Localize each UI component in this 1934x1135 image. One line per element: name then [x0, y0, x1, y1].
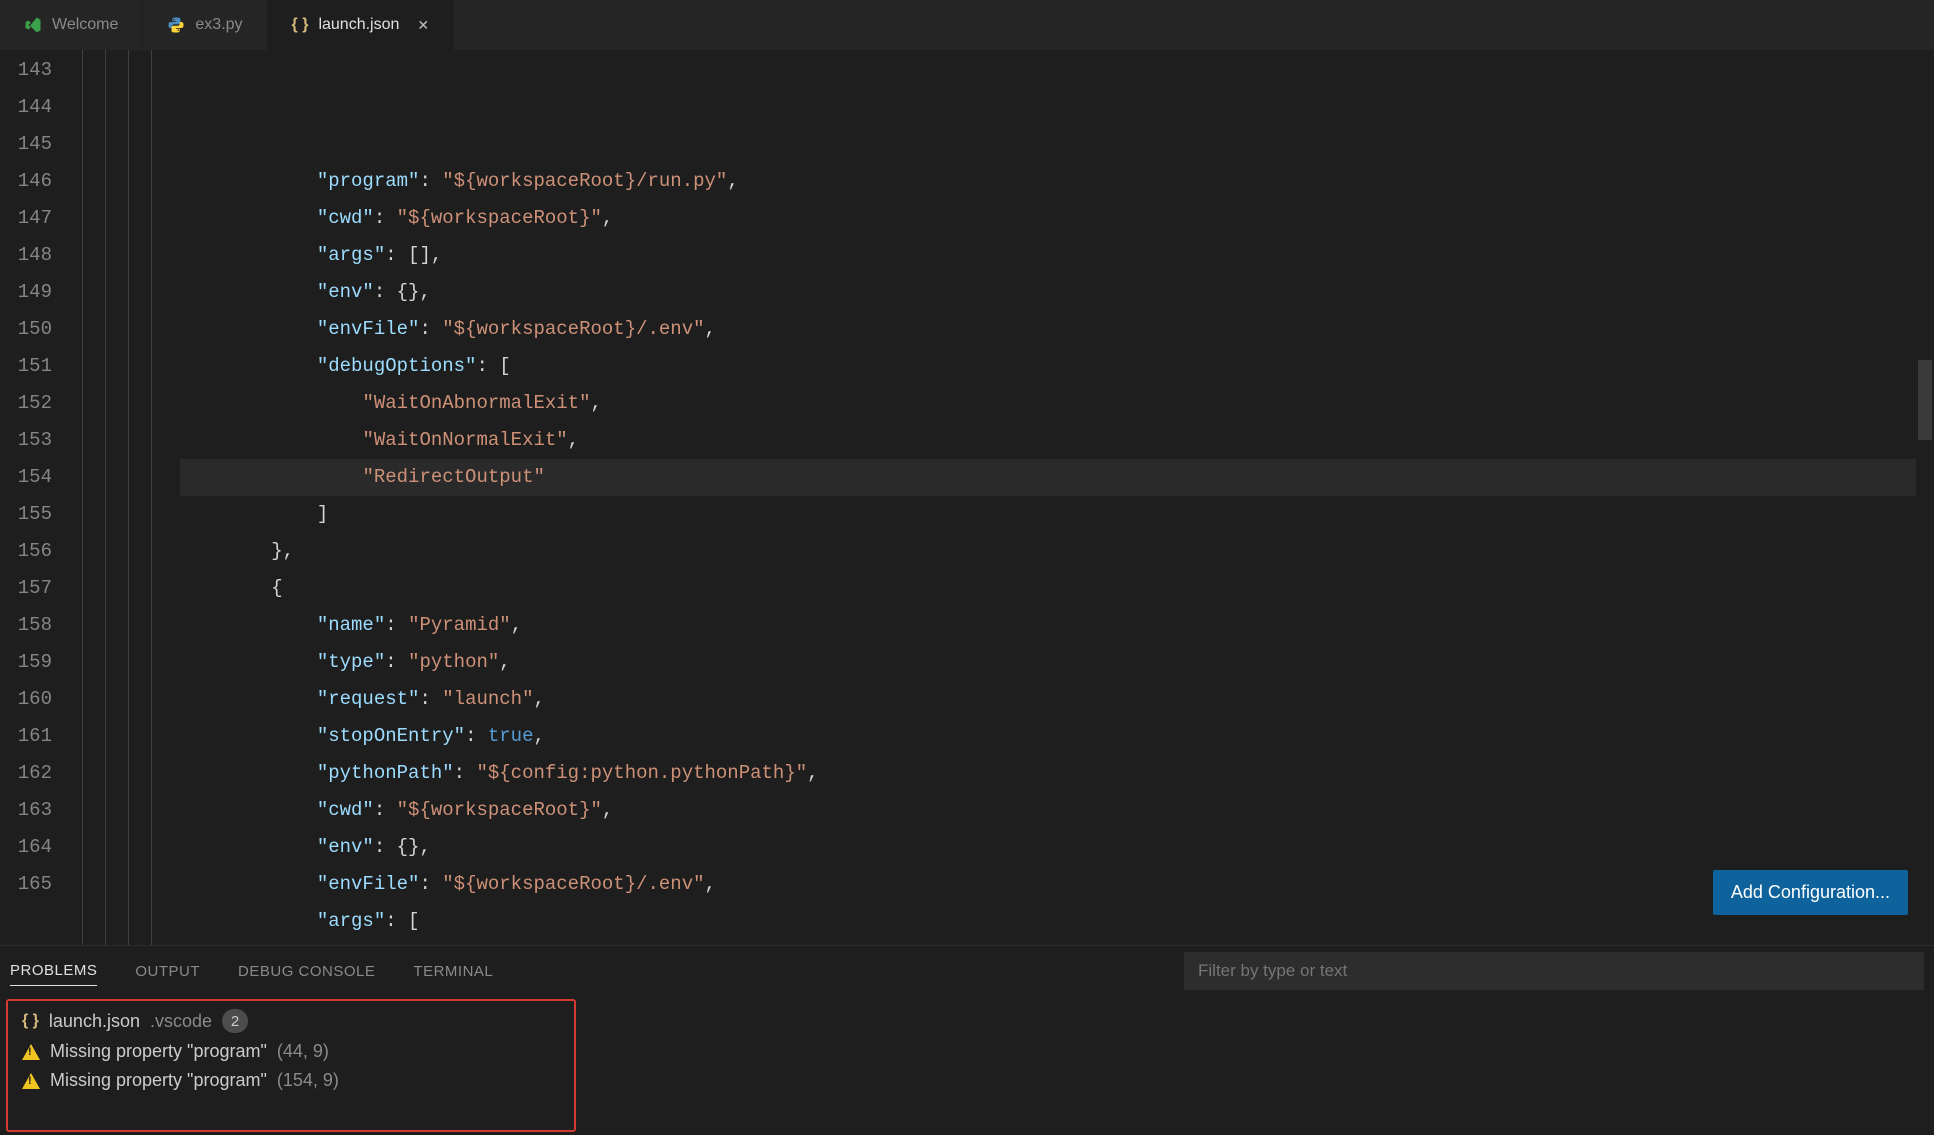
tab-label: launch.json: [318, 16, 399, 34]
code-area[interactable]: "program": "${workspaceRoot}/run.py", "c…: [180, 50, 1934, 945]
problems-filter-input[interactable]: [1184, 952, 1924, 990]
panel-tab-problems[interactable]: PROBLEMS: [10, 962, 97, 986]
code-line[interactable]: "envFile": "${workspaceRoot}/.env",: [180, 311, 1934, 348]
code-line[interactable]: "stopOnEntry": true,: [180, 718, 1934, 755]
line-number: 160: [0, 681, 52, 718]
tab-label: Welcome: [52, 16, 118, 34]
bottom-panel: PROBLEMS OUTPUT DEBUG CONSOLE TERMINAL { } …: [0, 945, 1934, 1135]
code-line[interactable]: "program": "${workspaceRoot}/run.py",: [180, 163, 1934, 200]
code-line[interactable]: "request": "launch",: [180, 681, 1934, 718]
json-icon: { }: [292, 16, 309, 34]
line-number: 145: [0, 126, 52, 163]
code-line[interactable]: "envFile": "${workspaceRoot}/.env",: [180, 866, 1934, 903]
code-line[interactable]: "cwd": "${workspaceRoot}",: [180, 792, 1934, 829]
line-number: 158: [0, 607, 52, 644]
code-line[interactable]: "RedirectOutput": [180, 459, 1934, 496]
code-line[interactable]: },: [180, 533, 1934, 570]
editor-tab[interactable]: ex3.py: [143, 0, 267, 50]
code-line[interactable]: "type": "python",: [180, 644, 1934, 681]
line-number: 157: [0, 570, 52, 607]
problem-file-folder: .vscode: [150, 1011, 212, 1032]
line-number: 149: [0, 274, 52, 311]
line-number: 150: [0, 311, 52, 348]
line-number: 144: [0, 89, 52, 126]
line-number: 148: [0, 237, 52, 274]
line-number: 146: [0, 163, 52, 200]
editor-tabs-bar: Welcome ex3.py { } launch.json ✕: [0, 0, 1934, 50]
warning-icon: [22, 1044, 40, 1060]
line-number: 154: [0, 459, 52, 496]
warning-icon: [22, 1073, 40, 1089]
line-number: 152: [0, 385, 52, 422]
line-number: 156: [0, 533, 52, 570]
line-number: 151: [0, 348, 52, 385]
close-icon[interactable]: ✕: [417, 17, 429, 34]
line-number: 164: [0, 829, 52, 866]
line-number: 153: [0, 422, 52, 459]
code-line[interactable]: "WaitOnAbnormalExit",: [180, 385, 1934, 422]
line-number: 143: [0, 52, 52, 89]
line-number: 161: [0, 718, 52, 755]
problem-message: Missing property "program": [50, 1070, 267, 1091]
json-icon: { }: [22, 1012, 39, 1030]
problem-file-name: launch.json: [49, 1011, 140, 1032]
editor-tab[interactable]: Welcome: [0, 0, 143, 50]
code-line[interactable]: "cwd": "${workspaceRoot}",: [180, 200, 1934, 237]
panel-tab-debug-console[interactable]: DEBUG CONSOLE: [238, 963, 375, 980]
editor-area: 1431441451461471481491501511521531541551…: [0, 50, 1934, 945]
code-line[interactable]: "args": [: [180, 903, 1934, 940]
panel-tab-terminal[interactable]: TERMINAL: [413, 963, 493, 980]
line-number: 163: [0, 792, 52, 829]
code-line[interactable]: {: [180, 570, 1934, 607]
code-line[interactable]: "${workspaceRoot}/development.ini": [180, 940, 1934, 945]
code-line[interactable]: "debugOptions": [: [180, 348, 1934, 385]
vscode-icon: [24, 16, 42, 34]
problem-file-row[interactable]: { } launch.json .vscode 2: [8, 1005, 574, 1037]
problem-count-badge: 2: [222, 1009, 248, 1033]
line-number: 165: [0, 866, 52, 903]
problem-item[interactable]: Missing property "program" (44, 9): [8, 1037, 574, 1066]
problem-location: (44, 9): [277, 1041, 329, 1062]
code-line[interactable]: "pythonPath": "${config:python.pythonPat…: [180, 755, 1934, 792]
problem-item[interactable]: Missing property "program" (154, 9): [8, 1066, 574, 1095]
code-line[interactable]: "name": "Pyramid",: [180, 607, 1934, 644]
code-line[interactable]: "args": [],: [180, 237, 1934, 274]
line-number: 159: [0, 644, 52, 681]
tab-label: ex3.py: [195, 16, 242, 34]
problems-list: { } launch.json .vscode 2 Missing proper…: [6, 999, 576, 1132]
editor-tab[interactable]: { } launch.json ✕: [268, 0, 455, 50]
line-number: 162: [0, 755, 52, 792]
code-line[interactable]: "env": {},: [180, 274, 1934, 311]
problem-location: (154, 9): [277, 1070, 339, 1091]
panel-tab-output[interactable]: OUTPUT: [135, 963, 200, 980]
line-number-gutter: 1431441451461471481491501511521531541551…: [0, 50, 70, 945]
code-line[interactable]: "WaitOnNormalExit",: [180, 422, 1934, 459]
line-number: 155: [0, 496, 52, 533]
python-icon: [167, 16, 185, 34]
code-line[interactable]: ]: [180, 496, 1934, 533]
line-number: 147: [0, 200, 52, 237]
panel-tabs: PROBLEMS OUTPUT DEBUG CONSOLE TERMINAL: [0, 946, 1934, 996]
problem-message: Missing property "program": [50, 1041, 267, 1062]
fold-gutter: [70, 50, 180, 945]
code-line[interactable]: "env": {},: [180, 829, 1934, 866]
